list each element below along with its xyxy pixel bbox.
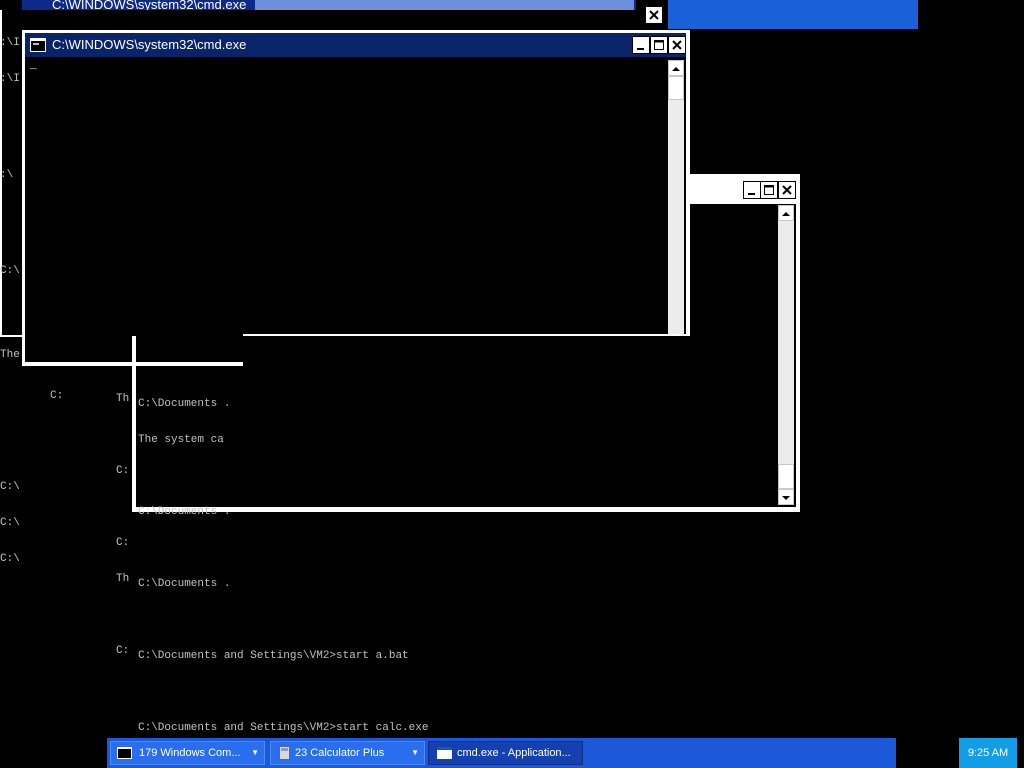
arrow-up-icon <box>782 212 790 216</box>
front-window-scrollbar[interactable] <box>668 60 684 334</box>
taskbar-button-application[interactable]: cmd.exe - Application... <box>428 741 583 765</box>
front-window-border-right <box>686 30 690 336</box>
taskbar-button-windows-command[interactable]: 179 Windows Com... ▼ <box>110 741 265 765</box>
calculator-icon <box>279 746 290 760</box>
right-window-scroll-down-button[interactable] <box>778 489 794 505</box>
front-window-console-area[interactable] <box>25 60 667 334</box>
front-window-scroll-up-button[interactable] <box>668 60 684 76</box>
front-window-title[interactable]: C:\WINDOWS\system32\cmd.exe <box>52 37 246 52</box>
chevron-down-icon: ▼ <box>251 748 259 757</box>
right-window-border-right <box>796 176 800 512</box>
application-icon <box>437 747 452 759</box>
taskbar-button-calculator[interactable]: 23 Calculator Plus ▼ <box>270 741 425 765</box>
system-tray: 9:25 AM <box>959 738 1017 768</box>
left-line-7: C:\ <box>0 517 20 529</box>
left-line-8: C:\ <box>0 553 20 565</box>
front-window-scroll-thumb[interactable] <box>668 76 684 100</box>
right-window-close-button[interactable] <box>778 181 796 199</box>
front-window-bottom-strip <box>243 334 690 336</box>
right-window-scroll-thumb[interactable] <box>778 464 794 489</box>
right-line-6: C:\Documents and Settings\VM2>start calc… <box>138 722 429 734</box>
cmd-icon <box>117 747 132 759</box>
background-window-highlight <box>255 0 634 10</box>
taskbar-button-label: 23 Calculator Plus <box>295 747 385 759</box>
background-window-titlebar-right <box>668 0 918 29</box>
taskbar-button-label: cmd.exe - Application... <box>457 747 571 759</box>
left-line-6: C:\ <box>0 481 20 493</box>
front-window-cursor: _ <box>30 60 37 72</box>
taskbar-button-label: 179 Windows Com... <box>139 747 241 759</box>
right-line-1: C:\Documents . <box>138 398 231 410</box>
top-window-body-band <box>22 10 636 30</box>
minimize-icon <box>637 48 644 50</box>
close-icon <box>672 40 682 50</box>
clock[interactable]: 9:25 AM <box>968 747 1008 759</box>
right-line-3: C:\Documents . <box>138 506 231 518</box>
chevron-down-icon: ▼ <box>411 748 419 757</box>
minimize-icon <box>748 193 755 195</box>
close-icon <box>649 10 659 20</box>
front-window-cmd-icon <box>30 38 46 52</box>
close-icon <box>782 185 792 195</box>
right-line-4: C:\Documents . <box>138 578 231 590</box>
arrow-down-icon <box>782 496 790 500</box>
right-line-2: The system ca <box>138 434 224 446</box>
right-window-minimize-button[interactable] <box>743 181 761 199</box>
right-window-scroll-up-button[interactable] <box>778 205 794 221</box>
right-line-5: C:\Documents and Settings\VM2>start a.ba… <box>138 650 409 662</box>
front-window-minimize-button[interactable] <box>632 36 650 54</box>
front-window-maximize-button[interactable] <box>650 36 668 54</box>
right-window-console-output: C:\Documents . The system ca C:\Document… <box>138 374 428 758</box>
right-window-maximize-button[interactable] <box>760 181 778 199</box>
middle-line-1: C: <box>50 390 64 402</box>
front-window-border-bottom <box>22 362 243 366</box>
middle-window-text-a: C: <box>50 366 76 426</box>
front-window-close-button[interactable] <box>668 36 686 54</box>
maximize-icon <box>654 40 664 50</box>
maximize-icon <box>764 185 774 195</box>
desktop: C:\WINDOWS\system32\cmd.exe :\I :\I :\ C… <box>0 0 1024 768</box>
top-window-close-button[interactable] <box>645 6 663 24</box>
arrow-up-icon <box>672 67 680 71</box>
right-window-scrollbar[interactable] <box>778 205 794 505</box>
